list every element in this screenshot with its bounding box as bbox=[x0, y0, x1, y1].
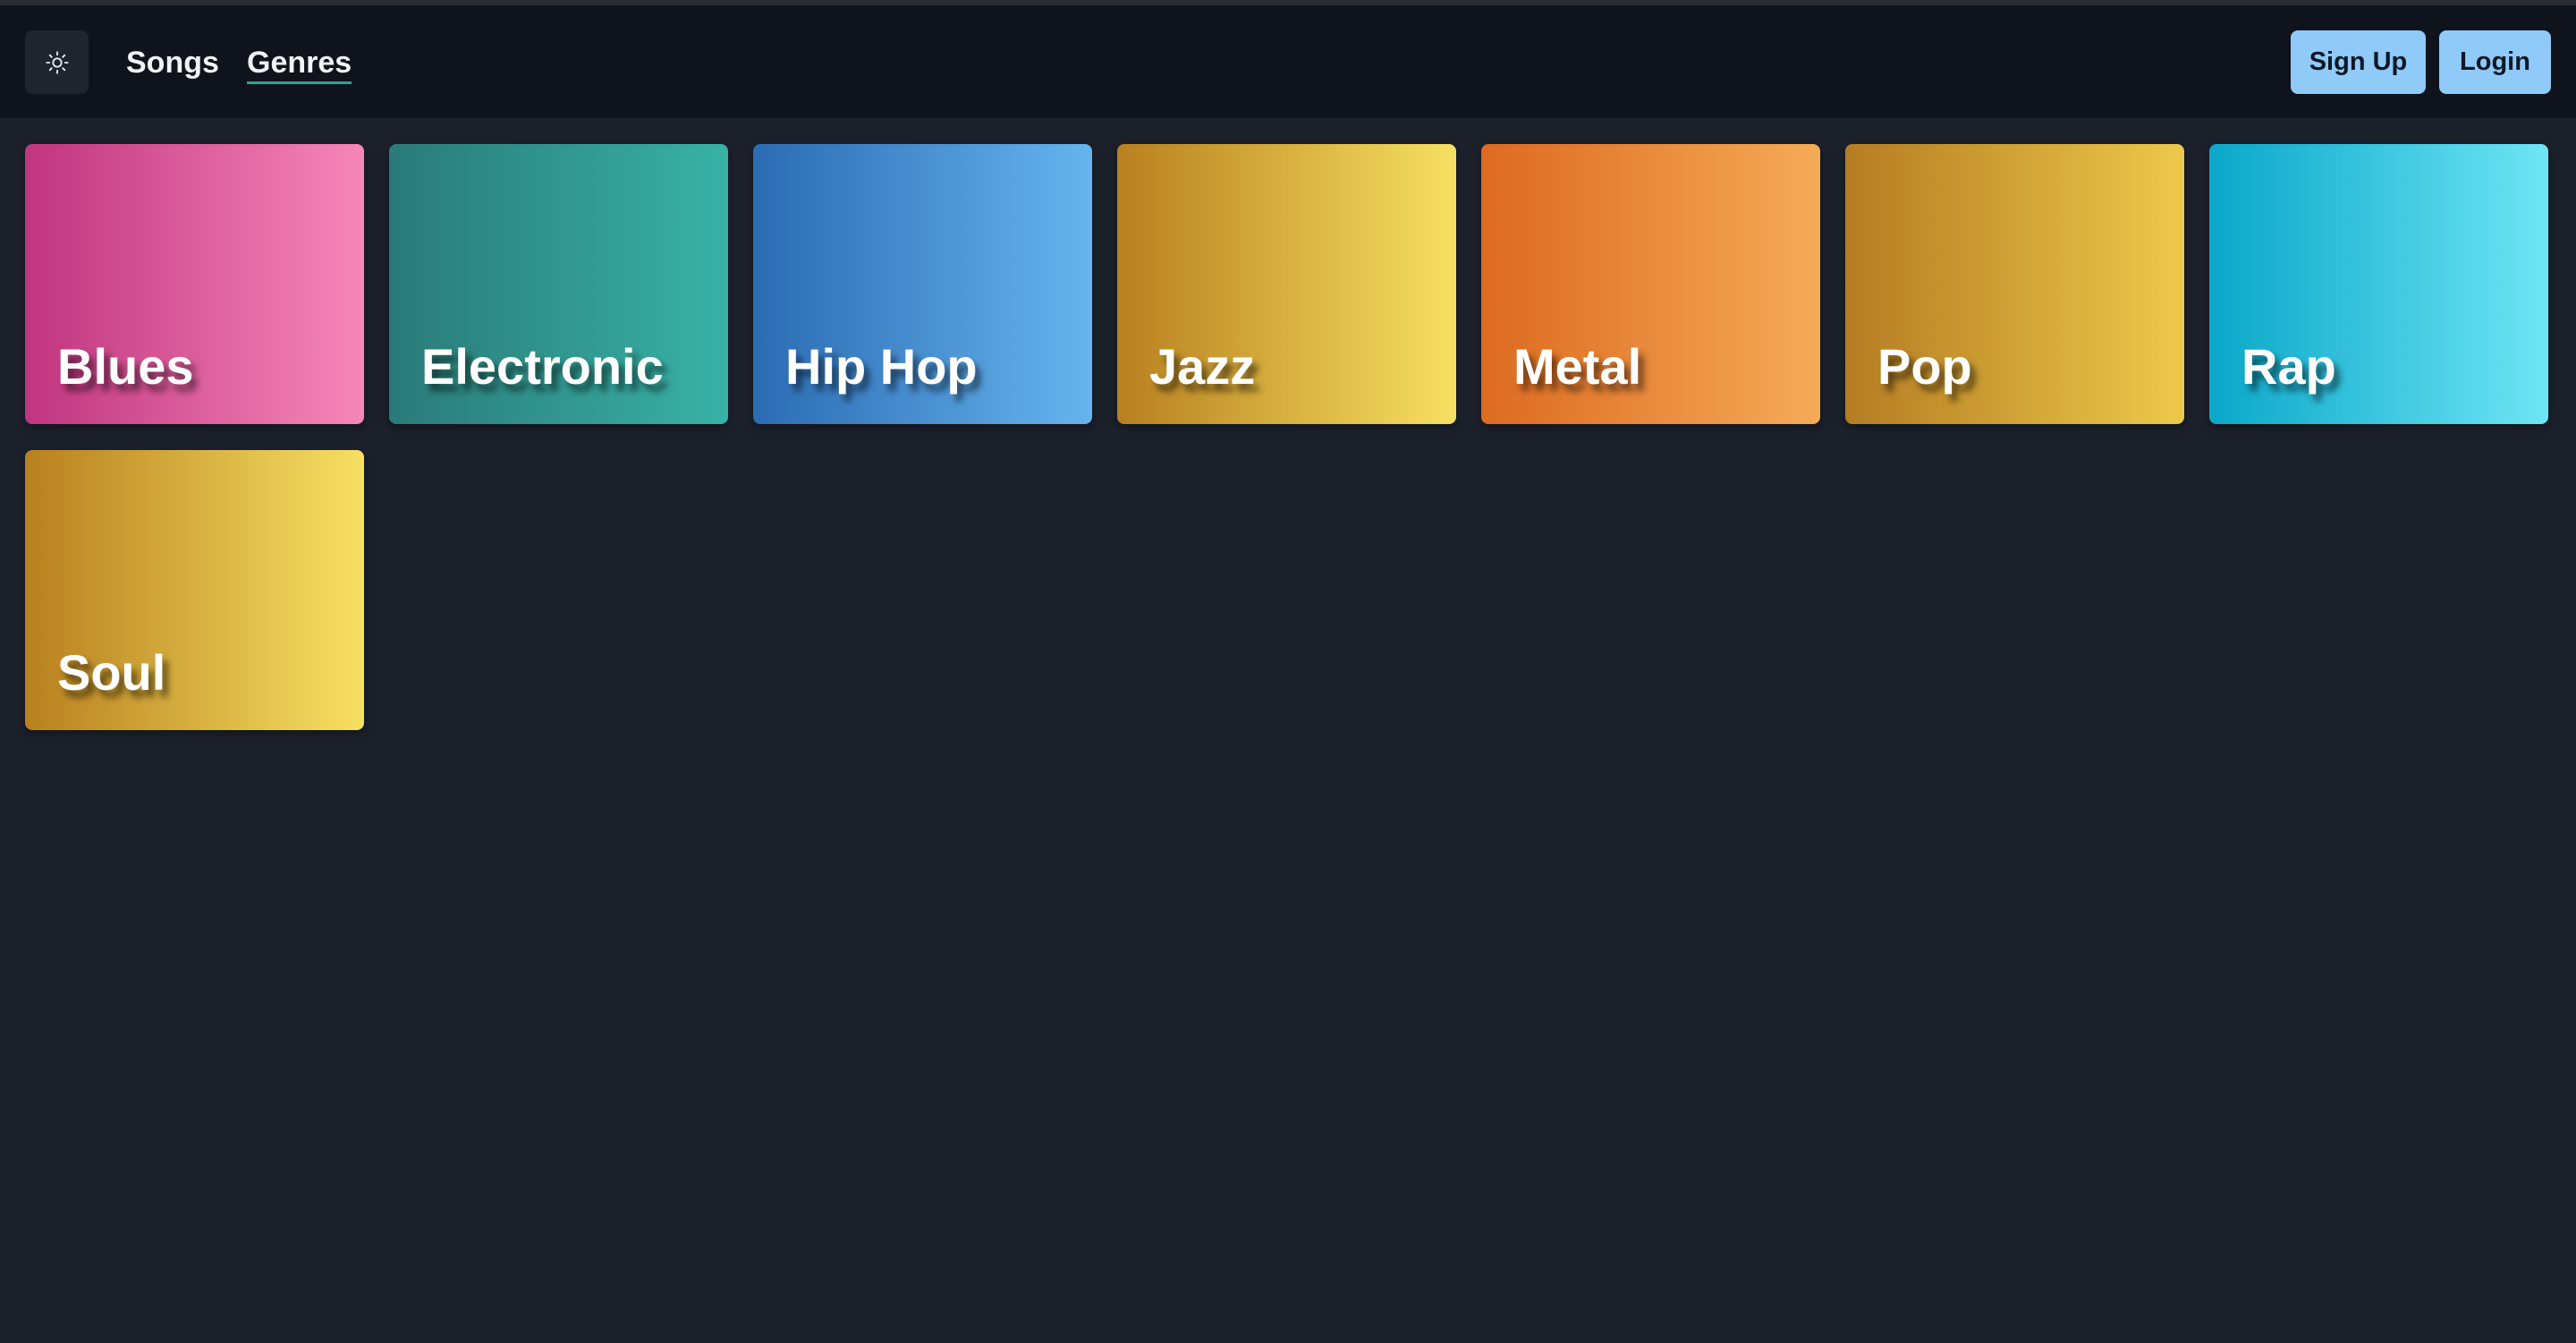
genre-card-blues[interactable]: Blues bbox=[25, 144, 364, 424]
genre-card-rap[interactable]: Rap bbox=[2209, 144, 2548, 424]
genre-card-label: Soul bbox=[57, 644, 166, 701]
genre-grid: Blues Electronic Hip Hop Jazz Metal Pop … bbox=[25, 144, 2553, 730]
theme-toggle-button[interactable] bbox=[25, 30, 89, 94]
login-button[interactable]: Login bbox=[2439, 30, 2551, 94]
genre-card-hip-hop[interactable]: Hip Hop bbox=[753, 144, 1092, 424]
genre-card-label: Electronic bbox=[421, 338, 664, 395]
top-navbar: Songs Genres Sign Up Login bbox=[0, 5, 2576, 118]
genre-card-label: Metal bbox=[1513, 338, 1642, 395]
genre-card-jazz[interactable]: Jazz bbox=[1117, 144, 1456, 424]
nav-link-songs[interactable]: Songs bbox=[126, 45, 219, 81]
sun-icon bbox=[45, 50, 69, 74]
genre-card-pop[interactable]: Pop bbox=[1845, 144, 2184, 424]
genre-card-metal[interactable]: Metal bbox=[1481, 144, 1820, 424]
genre-card-label: Blues bbox=[57, 338, 194, 395]
genre-card-soul[interactable]: Soul bbox=[25, 450, 364, 730]
genre-card-label: Pop bbox=[1877, 338, 1972, 395]
genre-card-label: Hip Hop bbox=[785, 338, 978, 395]
sign-up-button[interactable]: Sign Up bbox=[2291, 30, 2426, 94]
genre-card-label: Rap bbox=[2241, 338, 2336, 395]
nav-link-genres[interactable]: Genres bbox=[247, 45, 352, 84]
genre-card-label: Jazz bbox=[1149, 338, 1256, 395]
genre-card-electronic[interactable]: Electronic bbox=[389, 144, 728, 424]
